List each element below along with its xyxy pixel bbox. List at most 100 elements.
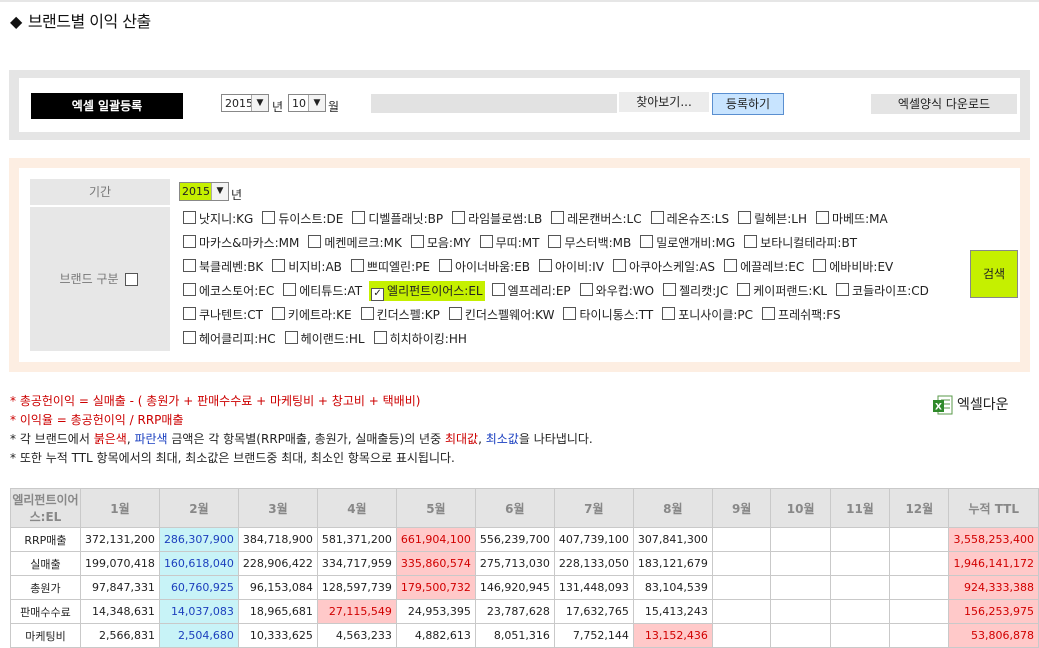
brand-option[interactable]: 아이너바움:EB [437, 257, 532, 277]
brand-option-label: 엘리펀트이어스:EL [387, 284, 483, 298]
brand-option[interactable]: 마베뜨:MA [814, 209, 890, 229]
checkbox-icon[interactable] [352, 211, 366, 224]
period-label: 기간 [30, 179, 170, 205]
checkbox-icon[interactable] [284, 331, 298, 344]
checkbox-icon[interactable] [479, 235, 493, 248]
brand-option[interactable]: 밀로앤개비:MG [638, 233, 737, 253]
brand-option[interactable]: 코들라이프:CD [834, 281, 931, 301]
checkbox-icon[interactable] [183, 211, 196, 224]
brand-option[interactable]: 키에트라:KE [270, 305, 354, 325]
checkbox-icon[interactable] [360, 307, 374, 320]
checkbox-icon[interactable] [815, 211, 829, 224]
checkbox-icon[interactable] [640, 235, 654, 248]
checkbox-icon[interactable] [663, 283, 677, 296]
checkbox-icon[interactable] [738, 211, 752, 224]
checkbox-icon[interactable] [452, 211, 466, 224]
upload-month-select[interactable]: 10 ▼ [288, 94, 326, 112]
brand-option[interactable]: 쿠나텐트:CT [181, 305, 265, 325]
checkbox-icon[interactable] [308, 235, 322, 248]
brand-option[interactable]: 모음:MY [409, 233, 473, 253]
brand-option[interactable]: 쁘띠엘린:PE [349, 257, 432, 277]
brand-option[interactable]: 무스터백:MB [546, 233, 633, 253]
checked-checkbox-icon[interactable]: ✓ [371, 288, 385, 301]
checkbox-icon[interactable] [612, 259, 626, 272]
brand-option[interactable]: 포니사이클:PC [660, 305, 755, 325]
brand-option[interactable]: 비지비:AB [270, 257, 344, 277]
checkbox-icon[interactable] [548, 235, 562, 248]
checkbox-icon[interactable] [563, 307, 577, 320]
brand-option[interactable]: 마카스&마카스:MM [181, 233, 301, 253]
checkbox-icon[interactable] [183, 283, 196, 296]
brand-option[interactable]: 아이비:IV [537, 257, 606, 277]
checkbox-icon[interactable] [813, 259, 827, 272]
brand-option[interactable]: ✓ 엘리펀트이어스:EL [369, 281, 485, 301]
brand-option[interactable]: 아쿠아스케일:AS [611, 257, 717, 277]
row-label: 실매출 [10, 551, 81, 576]
brand-option[interactable]: 프레쉬팩:FS [760, 305, 843, 325]
checkbox-icon[interactable] [438, 259, 452, 272]
checkbox-icon[interactable] [410, 235, 424, 248]
checkbox-icon[interactable] [551, 211, 565, 224]
checkbox-icon[interactable] [724, 259, 738, 272]
checkbox-icon[interactable] [183, 235, 196, 248]
brand-option[interactable]: 헤어클리피:HC [181, 329, 278, 349]
file-path-input[interactable] [371, 94, 617, 113]
brand-category-text: 브랜드 구분 [59, 272, 119, 286]
browse-button[interactable]: 찾아보기... [619, 92, 709, 112]
brand-option[interactable]: 에코스토어:EC [181, 281, 276, 301]
checkbox-icon[interactable] [272, 259, 286, 272]
checkbox-icon[interactable] [183, 307, 196, 320]
checkbox-icon[interactable] [373, 331, 387, 344]
brand-option[interactable]: 보타니컬테라피:BT [742, 233, 859, 253]
brand-option[interactable]: 메켄메르크:MK [306, 233, 403, 253]
brand-option[interactable]: 북클레벤:BK [181, 257, 265, 277]
brand-select-all-checkbox[interactable] [124, 273, 138, 286]
brand-option-label: 릴헤븐:LH [754, 212, 807, 226]
checkbox-icon[interactable] [737, 283, 751, 296]
brand-option[interactable]: 케이퍼랜드:KL [735, 281, 829, 301]
brand-option[interactable]: 와우컵:WO [578, 281, 656, 301]
checkbox-icon[interactable] [183, 259, 196, 272]
checkbox-icon[interactable] [283, 283, 297, 296]
checkbox-icon[interactable] [350, 259, 364, 272]
brand-option[interactable]: 에바비바:EV [811, 257, 895, 277]
brand-option[interactable]: 레몬캔버스:LC [549, 209, 643, 229]
period-year-select[interactable]: 2015 ▼ [179, 182, 229, 201]
checkbox-icon[interactable] [183, 331, 196, 344]
checkbox-icon[interactable] [836, 283, 850, 296]
checkbox-icon[interactable] [662, 307, 676, 320]
brand-option[interactable]: 무띠:MT [478, 233, 542, 253]
brand-option[interactable]: 킨더스펠웨어:KW [447, 305, 557, 325]
brand-option[interactable]: 젤리캣:JC [661, 281, 730, 301]
note-blue-word: 파란색 [134, 432, 168, 446]
checkbox-icon[interactable] [262, 211, 276, 224]
excel-template-download-button[interactable]: 엑셀양식 다운로드 [871, 94, 1017, 114]
checkbox-icon[interactable] [579, 283, 593, 296]
search-button[interactable]: 검색 [970, 250, 1018, 298]
brand-option[interactable]: 히치하이킹:HH [372, 329, 469, 349]
brand-option[interactable]: 디벨플래닛:BP [350, 209, 445, 229]
brand-option[interactable]: 릴헤븐:LH [736, 209, 809, 229]
brand-option[interactable]: 타이니통스:TT [561, 305, 655, 325]
checkbox-icon[interactable] [762, 307, 776, 320]
checkbox-icon[interactable] [448, 307, 462, 320]
brand-option[interactable]: 레온슈즈:LS [649, 209, 732, 229]
brand-option[interactable]: 라임블로썸:LB [450, 209, 544, 229]
brand-option[interactable]: 낫지니:KG [181, 209, 255, 229]
upload-year-select[interactable]: 2015 ▼ [221, 94, 269, 112]
brand-option[interactable]: 에티튜드:AT [281, 281, 364, 301]
brand-option[interactable]: 킨더스펠:KP [359, 305, 442, 325]
checkbox-icon[interactable] [539, 259, 553, 272]
excel-download-button[interactable]: X 엑셀다운 [932, 392, 1009, 418]
checkbox-icon[interactable] [271, 307, 285, 320]
brand-option[interactable]: 듀이스트:DE [260, 209, 345, 229]
checkbox-icon[interactable] [650, 211, 664, 224]
table-cell: 131,448,093 [553, 575, 634, 600]
register-button[interactable]: 등록하기 [712, 93, 784, 115]
brand-option[interactable]: 헤이랜드:HL [283, 329, 367, 349]
checkbox-icon[interactable] [491, 283, 505, 296]
table-cell: 14,037,083 [158, 599, 239, 624]
brand-option[interactable]: 엘프레리:EP [490, 281, 573, 301]
checkbox-icon[interactable] [744, 235, 758, 248]
brand-option[interactable]: 에끌레브:EC [722, 257, 806, 277]
